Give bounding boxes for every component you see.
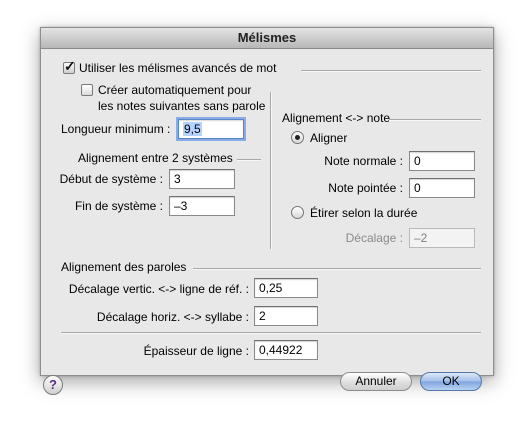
min-length-value: 9,5 (183, 122, 202, 136)
stretch-radio-label[interactable]: Étirer selon la durée (310, 205, 417, 221)
note-alignment-heading: Alignement <-> note (282, 111, 391, 125)
lyrics-heading: Alignement des paroles (61, 260, 187, 274)
window-title: Mélismes (237, 30, 297, 45)
systems-heading: Alignement entre 2 systèmes (78, 151, 233, 165)
systems-separator (237, 159, 261, 161)
align-radio[interactable] (291, 131, 304, 144)
ok-button[interactable]: OK (420, 372, 482, 391)
min-length-field[interactable]: 9,5 (178, 119, 244, 139)
offset-label: Décalage : (345, 231, 403, 245)
align-radio-label[interactable]: Aligner (310, 130, 347, 146)
question-mark-icon: ? (49, 377, 57, 392)
checkmark-icon: ✓ (64, 58, 76, 74)
auto-create-label-line1[interactable]: Créer automatiquement pour (98, 82, 251, 98)
line-thickness-field[interactable]: 0,44922 (254, 340, 318, 360)
min-length-label: Longueur minimum : (61, 122, 171, 136)
auto-create-checkbox[interactable] (81, 84, 93, 96)
system-end-field[interactable]: –3 (169, 196, 235, 216)
use-advanced-melismas-label[interactable]: Utiliser les mélismes avancés de mot (79, 60, 276, 76)
dotted-note-field[interactable]: 0 (409, 178, 475, 198)
melismes-dialog: Mélismes ✓ Utiliser les mélismes avancés… (40, 27, 494, 395)
normal-note-field[interactable]: 0 (409, 151, 475, 171)
system-start-field[interactable]: 3 (169, 169, 235, 189)
cancel-button[interactable]: Annuler (340, 372, 412, 391)
line-thickness-label: Épaisseur de ligne : (143, 344, 249, 358)
vertical-offset-field[interactable]: 0,25 (254, 278, 318, 298)
top-separator (301, 70, 481, 72)
help-button[interactable]: ? (43, 375, 63, 395)
system-end-label: Fin de système : (74, 199, 163, 213)
vertical-separator (270, 92, 272, 249)
stretch-radio[interactable] (291, 206, 304, 219)
note-alignment-separator (389, 119, 481, 121)
title-bar[interactable]: Mélismes (41, 28, 493, 49)
horizontal-offset-label: Décalage horiz. <-> syllabe : (96, 310, 249, 324)
bottom-separator (61, 332, 481, 334)
use-advanced-melismas-checkbox[interactable]: ✓ (63, 58, 76, 74)
dotted-note-label: Note pointée : (328, 181, 403, 195)
system-start-label: Début de système : (59, 172, 163, 186)
normal-note-label: Note normale : (324, 154, 403, 168)
vertical-offset-label: Décalage vertic. <-> ligne de réf. : (68, 282, 249, 296)
offset-field[interactable]: –2 (409, 228, 475, 248)
dialog-content: ✓ Utiliser les mélismes avancés de mot C… (41, 49, 493, 395)
horizontal-offset-field[interactable]: 2 (254, 306, 318, 326)
auto-create-label-line2[interactable]: les notes suivantes sans parole (98, 98, 265, 114)
lyrics-separator (193, 268, 481, 270)
